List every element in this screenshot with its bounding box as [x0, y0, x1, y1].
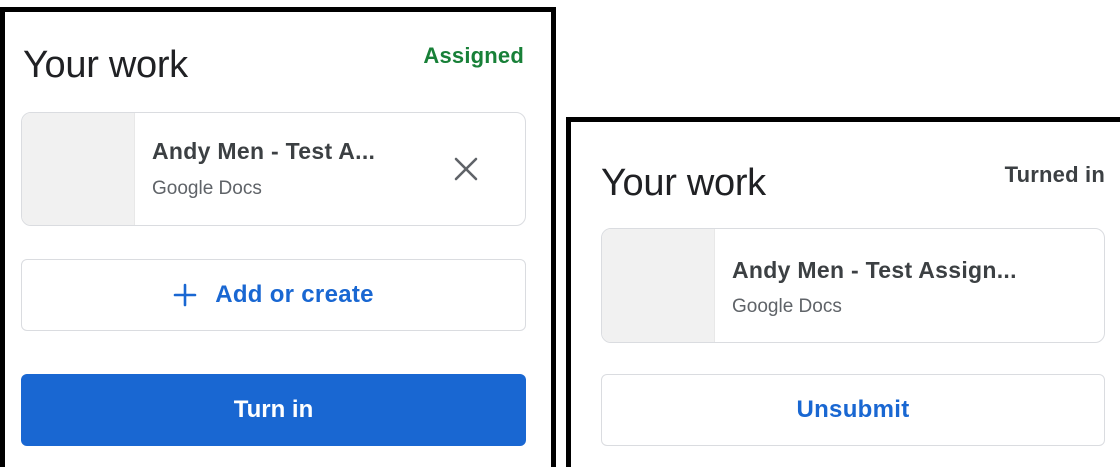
unsubmit-label: Unsubmit — [796, 396, 910, 423]
attachment-card[interactable]: Andy Men - Test Assign... Google Docs — [601, 228, 1105, 343]
attachment-card[interactable]: Andy Men - Test A... Google Docs — [21, 112, 526, 226]
status-label-turned-in: Turned in — [1004, 162, 1105, 187]
attachment-type: Google Docs — [732, 296, 842, 317]
panel-title: Your work — [23, 44, 188, 86]
attachment-thumbnail — [22, 113, 135, 225]
turn-in-label: Turn in — [233, 396, 314, 423]
status-label-assigned: Assigned — [423, 43, 524, 68]
add-or-create-button[interactable]: Add or create — [21, 259, 526, 331]
panel-title: Your work — [601, 162, 766, 204]
your-work-panel-assigned: Your work Assigned Andy Men - Test A... … — [0, 7, 556, 467]
plus-icon — [173, 283, 197, 307]
your-work-panel-turned-in: Your work Turned in Andy Men - Test Assi… — [566, 117, 1120, 467]
close-icon — [454, 157, 478, 181]
add-or-create-label: Add or create — [215, 281, 374, 308]
attachment-name: Andy Men - Test A... — [152, 138, 376, 164]
turn-in-button[interactable]: Turn in — [21, 374, 526, 446]
remove-attachment-button[interactable] — [446, 149, 486, 189]
attachment-thumbnail — [602, 229, 715, 342]
unsubmit-button[interactable]: Unsubmit — [601, 374, 1105, 446]
attachment-type: Google Docs — [152, 178, 262, 199]
attachment-name: Andy Men - Test Assign... — [732, 257, 1017, 283]
